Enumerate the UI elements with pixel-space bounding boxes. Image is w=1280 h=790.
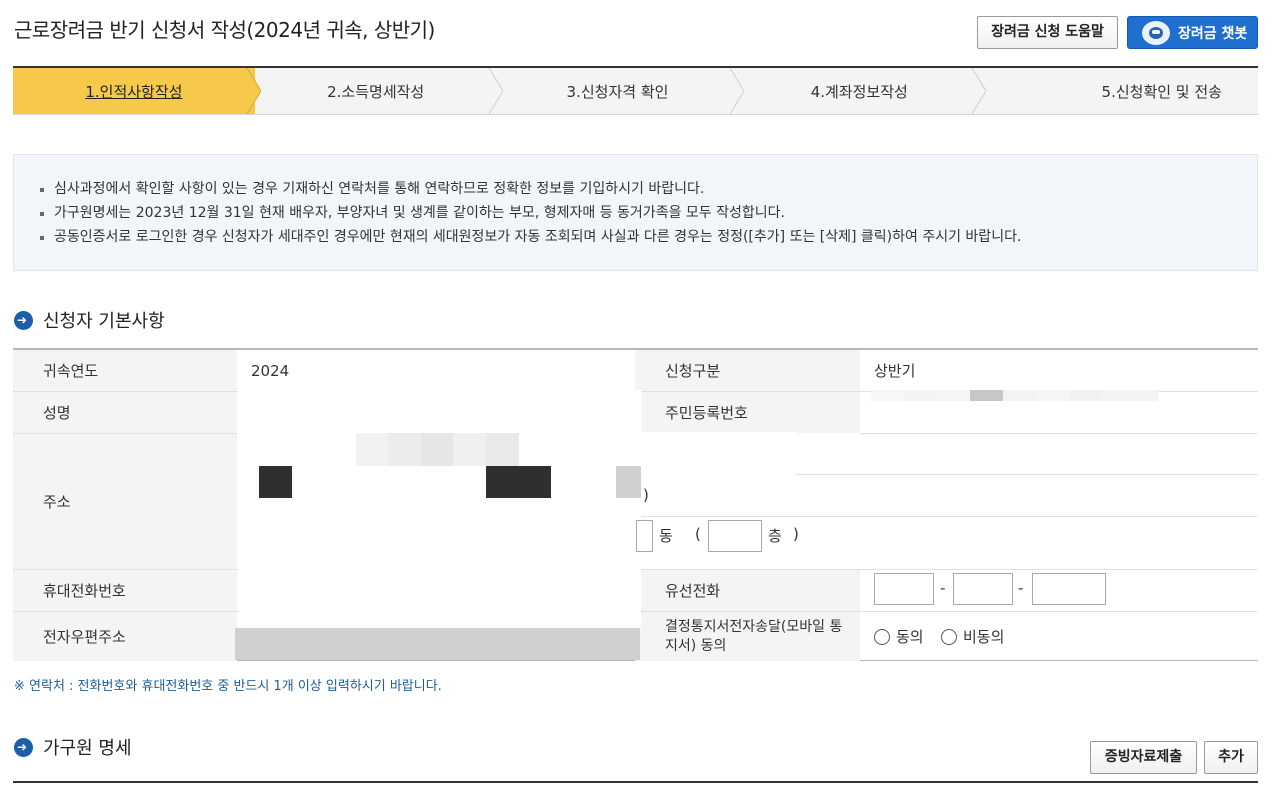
chatbot-button-label: 장려금 챗봇 (1178, 25, 1248, 42)
step-label: 2.소득명세작성 (327, 82, 425, 101)
section-basic-info-title: 신청자 기본사항 (14, 307, 165, 333)
landline-prefix-input[interactable] (953, 573, 1013, 605)
redaction-block (259, 466, 292, 498)
page-title: 근로장려금 반기 신청서 작성(2024년 귀속, 상반기) (14, 18, 435, 42)
address-dong-input[interactable] (636, 520, 653, 552)
type-value: 상반기 (874, 362, 916, 380)
landline-separator: - (940, 579, 946, 597)
year-value: 2024 (251, 361, 290, 380)
section-household-title: 가구원 명세 (14, 734, 132, 760)
notice-item: 공동인증서로 로그인한 경우 신청자가 세대주인 경우에만 현재의 세대원정보가… (40, 225, 1257, 249)
step-label: 5.신청확인 및 전송 (1101, 82, 1222, 101)
chatbot-button[interactable]: 장려금 챗봇 (1127, 16, 1258, 49)
rrn-label: 주민등록번호 (635, 392, 860, 433)
type-label: 신청구분 (635, 350, 860, 391)
section-title-text: 신청자 기본사항 (43, 311, 165, 332)
mobile-label: 휴대전화번호 (13, 570, 237, 611)
chevron-right-icon (968, 68, 987, 114)
redaction-block (235, 628, 640, 660)
arrow-circle-icon (14, 737, 33, 757)
arrow-circle-icon (14, 310, 33, 330)
landline-separator: - (1018, 579, 1024, 597)
address-paren: ) (643, 486, 649, 504)
landline-area-input[interactable] (874, 573, 934, 605)
landline-number-input[interactable] (1032, 573, 1106, 605)
name-label: 성명 (13, 392, 237, 433)
step-3[interactable]: 3.신청자격 확인 (497, 68, 745, 114)
step-5[interactable]: 5.신청확인 및 전송 (980, 68, 1258, 114)
help-button[interactable]: 장려금 신청 도움말 (977, 16, 1118, 49)
add-household-button[interactable]: 추가 (1204, 741, 1258, 774)
landline-label: 유선전화 (635, 570, 860, 611)
redaction-mask (636, 432, 796, 516)
year-label: 귀속연도 (13, 350, 237, 391)
contact-note: ※ 연락처 : 전화번호와 휴대전화번호 중 반드시 1개 이상 입력하시기 바… (14, 679, 442, 694)
email-label: 전자우편주소 (13, 612, 237, 661)
evidence-submit-button[interactable]: 증빙자료제출 (1090, 741, 1197, 774)
radio-icon[interactable] (874, 628, 890, 645)
step-label: 4.계좌정보작성 (810, 82, 908, 101)
chevron-right-icon (242, 68, 261, 114)
table-top-border (13, 781, 1258, 783)
radio-label: 비동의 (963, 628, 1005, 646)
step-progress: 1.인적사항작성 2.소득명세작성 3.신청자격 확인 4.계좌정보작성 5.신… (13, 66, 1258, 115)
redaction-mask (238, 390, 641, 630)
step-4[interactable]: 4.계좌정보작성 (738, 68, 987, 114)
section-title-text: 가구원 명세 (43, 738, 132, 759)
floor-input[interactable] (708, 520, 762, 552)
chevron-right-icon (484, 68, 503, 114)
address-label: 주소 (13, 434, 237, 569)
floor-paren-open: ( (695, 525, 701, 543)
radio-label: 동의 (896, 628, 924, 646)
notice-item: 심사과정에서 확인할 사항이 있는 경우 기재하신 연락처를 통해 연락하므로 … (40, 177, 1257, 201)
redaction-block (486, 466, 551, 498)
redaction-block (616, 466, 641, 498)
step-2[interactable]: 2.소득명세작성 (255, 68, 503, 114)
step-label: 3.신청자격 확인 (566, 82, 669, 101)
floor-paren-close: ) (793, 525, 799, 543)
dong-label: 동 (659, 527, 673, 545)
floor-label: 층 (768, 527, 782, 545)
step-label: 1.인적사항작성 (85, 82, 183, 101)
notice-item: 가구원명세는 2023년 12월 31일 현재 배우자, 부양자녀 및 생계를 … (40, 201, 1257, 225)
consent-agree-radio[interactable]: 동의 (874, 626, 924, 647)
step-1[interactable]: 1.인적사항작성 (13, 68, 261, 114)
chevron-right-icon (726, 68, 745, 114)
radio-icon[interactable] (941, 628, 957, 645)
consent-label: 결정통지서전자송달(모바일 통지서) 동의 (635, 612, 860, 661)
notice-box: 심사과정에서 확인할 사항이 있는 경우 기재하신 연락처를 통해 연락하므로 … (13, 154, 1258, 271)
chatbot-icon (1142, 20, 1170, 45)
pixelated-redaction (871, 390, 1158, 401)
consent-disagree-radio[interactable]: 비동의 (941, 626, 1004, 647)
pixelated-redaction (356, 433, 519, 466)
